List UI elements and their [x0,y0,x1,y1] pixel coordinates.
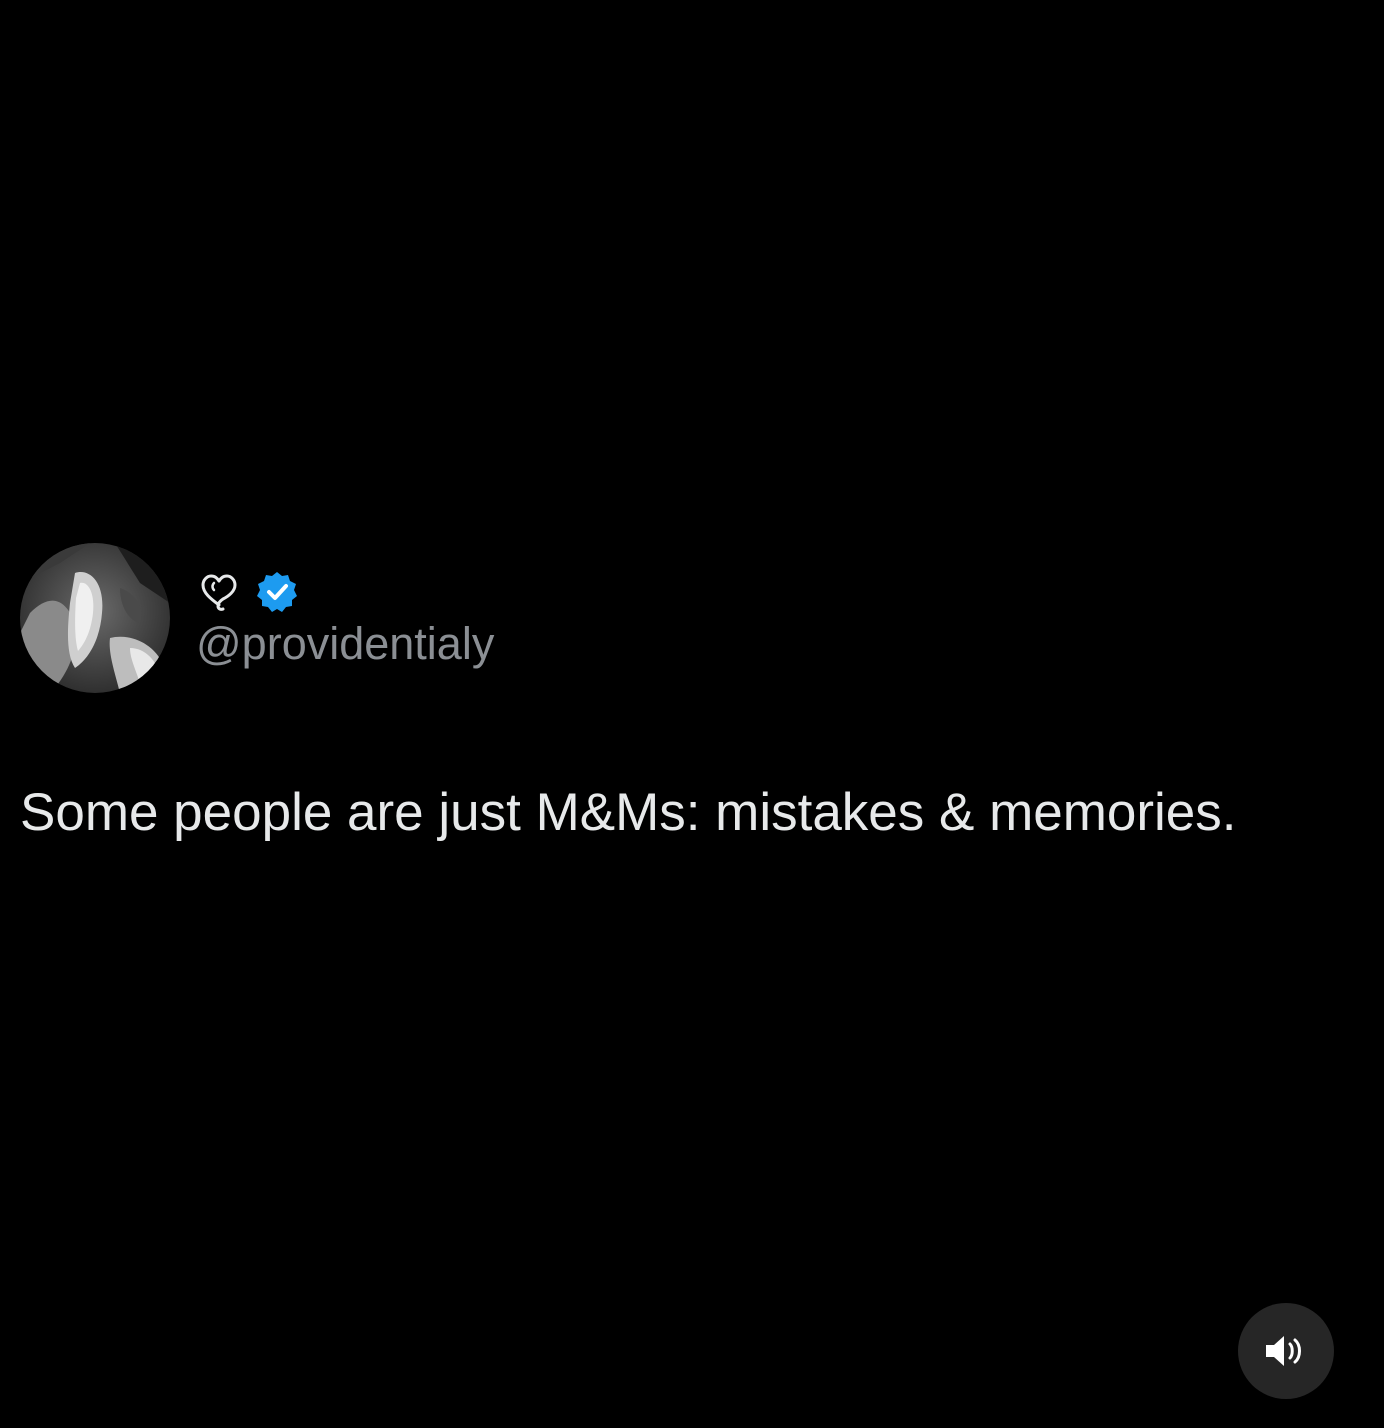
post-author: @providentialy [20,543,1360,693]
avatar[interactable] [20,543,170,693]
verified-badge-icon [254,569,300,615]
sound-toggle-button[interactable] [1238,1303,1334,1399]
speaker-volume-icon [1262,1331,1310,1371]
display-name[interactable] [196,564,494,620]
heart-outline-icon [196,569,242,615]
post: @providentialy Some people are just M&Ms… [20,543,1360,847]
author-meta: @providentialy [196,564,494,672]
user-handle[interactable]: @providentialy [196,616,494,672]
post-text: Some people are just M&Ms: mistakes & me… [20,783,1237,842]
